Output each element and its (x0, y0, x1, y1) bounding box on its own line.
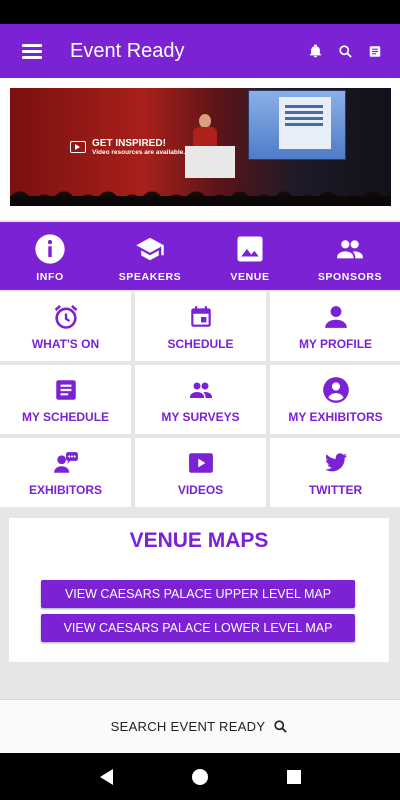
play-icon (186, 448, 216, 478)
inspire-banner[interactable]: GET INSPIRED! Video resources are availa… (10, 88, 391, 206)
document-icon (51, 375, 81, 405)
tile-label: WHAT'S ON (31, 337, 100, 351)
banner-caption: GET INSPIRED! Video resources are availa… (70, 138, 185, 156)
audience-floor (10, 196, 391, 206)
tile-label: EXHIBITORS (28, 483, 103, 497)
nav-label: INFO (36, 271, 64, 283)
banner-subline: Video resources are available. (92, 149, 186, 156)
tile-my-schedule[interactable]: MY SCHEDULE (0, 365, 131, 434)
presentation-screen (248, 90, 346, 160)
tile-label: MY PROFILE (298, 337, 373, 351)
back-icon[interactable] (99, 768, 113, 785)
system-navigation-bar (0, 753, 400, 800)
image-icon (233, 232, 267, 266)
app-title: Event Ready (70, 39, 185, 62)
menu-icon[interactable] (22, 44, 42, 59)
calendar-icon (186, 302, 216, 332)
tile-my-surveys[interactable]: MY SURVEYS (135, 365, 266, 434)
search-event-bar[interactable]: SEARCH EVENT READY (0, 699, 400, 753)
tile-twitter[interactable]: TWITTER (270, 438, 400, 507)
home-icon[interactable] (191, 768, 208, 785)
nav-item-speakers[interactable]: SPEAKERS (100, 222, 200, 290)
podium (185, 146, 235, 178)
twitter-bird-icon (321, 448, 351, 478)
notes-icon[interactable] (360, 36, 390, 66)
nav-label: SPEAKERS (118, 271, 182, 283)
account-circle-icon (321, 375, 351, 405)
banner-container: GET INSPIRED! Video resources are availa… (0, 78, 400, 220)
tile-label: SCHEDULE (167, 337, 234, 351)
nav-strip: INFO SPEAKERS VENUE SPONSORS (0, 222, 400, 290)
alarm-clock-icon (51, 302, 81, 332)
search-icon (271, 718, 289, 736)
tile-label: VIDEOS (177, 483, 224, 497)
feature-grid: WHAT'S ON SCHEDULE MY PROFILE MY SCHEDUL… (0, 292, 400, 507)
upper-level-map-button[interactable]: VIEW CAESARS PALACE UPPER LEVEL MAP (41, 580, 355, 608)
search-icon[interactable] (330, 36, 360, 66)
nav-item-sponsors[interactable]: SPONSORS (300, 222, 400, 290)
info-icon (33, 232, 67, 266)
nav-item-venue[interactable]: VENUE (200, 222, 300, 290)
chat-people-icon (51, 448, 81, 478)
graduation-cap-icon (133, 232, 167, 266)
venue-maps-title: VENUE MAPS (129, 529, 269, 552)
tile-label: MY SCHEDULE (21, 410, 110, 424)
lower-level-map-button[interactable]: VIEW CAESARS PALACE LOWER LEVEL MAP (41, 614, 355, 642)
venue-maps-card: VENUE MAPS VIEW CAESARS PALACE UPPER LEV… (9, 518, 389, 662)
tile-whats-on[interactable]: WHAT'S ON (0, 292, 131, 361)
group-icon (186, 375, 216, 405)
person-icon (321, 302, 351, 332)
tile-exhibitors[interactable]: EXHIBITORS (0, 438, 131, 507)
tile-my-profile[interactable]: MY PROFILE (270, 292, 400, 361)
nav-item-info[interactable]: INFO (0, 222, 100, 290)
tile-videos[interactable]: VIDEOS (135, 438, 266, 507)
tile-label: TWITTER (308, 483, 363, 497)
tile-my-exhibitors[interactable]: MY EXHIBITORS (270, 365, 400, 434)
nav-label: VENUE (230, 271, 270, 283)
tile-label: MY EXHIBITORS (288, 410, 383, 424)
bell-icon[interactable] (300, 36, 330, 66)
status-bar (0, 0, 400, 24)
tile-schedule[interactable]: SCHEDULE (135, 292, 266, 361)
video-icon (70, 141, 86, 153)
tile-label: MY SURVEYS (161, 410, 240, 424)
recent-apps-icon[interactable] (286, 769, 301, 784)
nav-label: SPONSORS (317, 271, 383, 283)
people-icon (333, 232, 367, 266)
app-bar: Event Ready (0, 24, 400, 78)
search-label: SEARCH EVENT READY (110, 719, 266, 734)
app-actions (300, 36, 390, 66)
banner-headline: GET INSPIRED! (92, 138, 166, 149)
